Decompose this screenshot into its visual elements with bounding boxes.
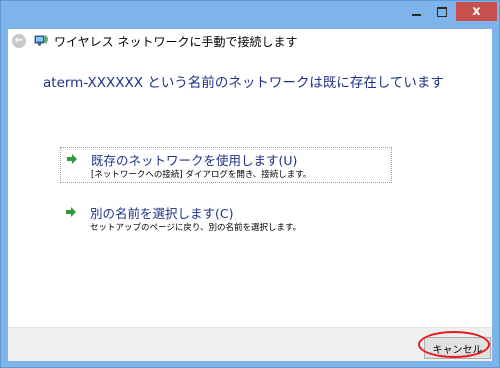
option-title: 既存のネットワークを使用します(U) — [91, 153, 298, 168]
dialog-header: ← ワイヤレス ネットワークに手動で接続します — [8, 29, 492, 53]
dialog-title: ワイヤレス ネットワークに手動で接続します — [54, 35, 298, 49]
option-title: 別の名前を選択します(C) — [90, 206, 234, 221]
dialog-content: ← ワイヤレス ネットワークに手動で接続します aterm-XXXXXX という… — [8, 29, 492, 361]
use-existing-network-option[interactable]: 既存のネットワークを使用します(U) [ネットワークへの接続] ダイアログを開き… — [60, 147, 392, 183]
minimize-icon — [411, 13, 421, 16]
network-icon — [34, 35, 48, 46]
choose-different-name-option[interactable]: 別の名前を選択します(C) セットアップのページに戻り、別の名前を選択します。 — [60, 201, 390, 235]
dialog-footer: キャンセル — [8, 327, 492, 361]
close-button[interactable]: x — [456, 2, 497, 21]
cancel-button[interactable]: キャンセル — [424, 337, 491, 359]
back-arrow-icon: ← — [14, 34, 24, 46]
minimize-button[interactable] — [403, 2, 429, 21]
green-arrow-icon — [66, 207, 76, 217]
option-description: セットアップのページに戻り、別の名前を選択します。 — [90, 223, 302, 233]
page-heading: aterm-XXXXXX という名前のネットワークは既に存在しています — [43, 75, 444, 91]
back-button[interactable]: ← — [12, 34, 26, 48]
maximize-icon — [437, 6, 447, 17]
close-icon: x — [472, 4, 481, 19]
maximize-button[interactable] — [429, 2, 455, 21]
option-description: [ネットワークへの接続] ダイアログを開き、接続します。 — [91, 170, 312, 180]
dialog-window: x ← ワイヤレス ネットワークに手動で接続します aterm-XXXXXX と… — [0, 0, 500, 368]
title-bar[interactable]: x — [1, 1, 499, 29]
green-arrow-icon — [67, 154, 77, 164]
